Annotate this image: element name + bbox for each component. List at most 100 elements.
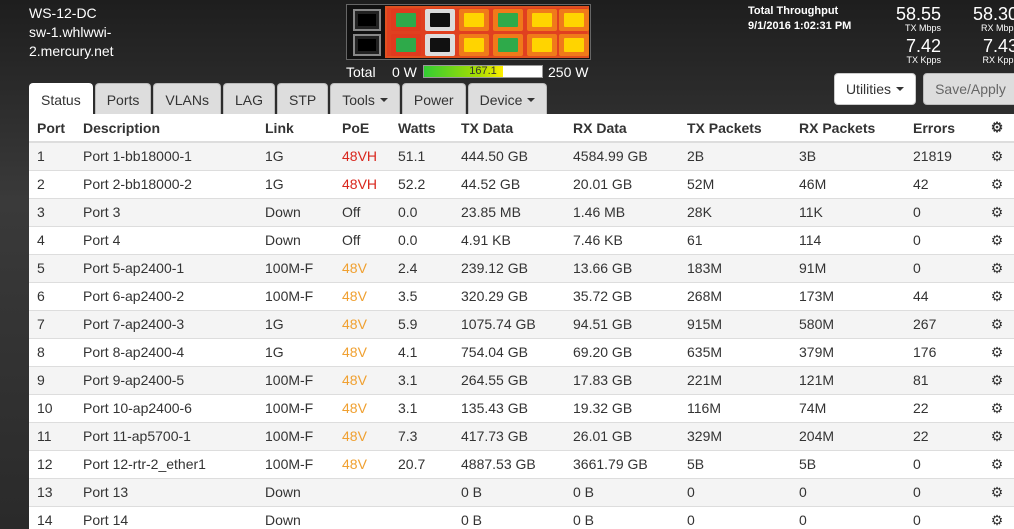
- tab-power[interactable]: Power: [401, 83, 466, 115]
- col-header-watts[interactable]: Watts: [390, 114, 453, 143]
- tab-ports[interactable]: Ports: [94, 83, 152, 115]
- table-row[interactable]: 14 Port 14 Down 0 B0 B 0 0 0 ⚙: [29, 505, 1014, 529]
- tab-device[interactable]: Device: [467, 83, 548, 115]
- cell-tx-data: 417.73 GB: [453, 421, 565, 450]
- cell-errors: 0: [905, 197, 980, 226]
- port-settings-gear-icon[interactable]: ⚙: [980, 197, 1014, 226]
- utilities-dropdown-button[interactable]: Utilities: [834, 73, 916, 105]
- tab-status[interactable]: Status: [29, 83, 93, 115]
- save-apply-button[interactable]: Save/Apply: [923, 73, 1014, 105]
- port-settings-gear-icon[interactable]: ⚙: [980, 421, 1014, 450]
- table-row[interactable]: 5 Port 5-ap2400-1 100M-F 48V 2.4 239.12 GB 13.…: [29, 253, 1014, 282]
- port-settings-gear-icon[interactable]: ⚙: [980, 505, 1014, 529]
- cell-watts: 7.3: [390, 421, 453, 450]
- table-row[interactable]: 4 Port 4 Down Off 0.0 4.91 KB 7.46 KB 61 114 0 ⚙: [29, 225, 1014, 254]
- table-settings-gear-icon[interactable]: ⚙: [980, 114, 1014, 143]
- tab-status-label: Status: [41, 91, 81, 108]
- cell-port: 9: [29, 365, 75, 394]
- tab-stp[interactable]: STP: [276, 83, 329, 115]
- table-row[interactable]: 1 Port 1-bb18000-1 1G 48VH 51.1 444.50 GB 4584…: [29, 141, 1014, 170]
- col-header-description[interactable]: Description: [75, 114, 257, 143]
- col-header-rx-data[interactable]: RX Data: [565, 114, 679, 143]
- port-settings-gear-icon[interactable]: ⚙: [980, 449, 1014, 478]
- col-header-tx-packets[interactable]: TX Packets: [679, 114, 791, 143]
- port-icon-1[interactable]: [391, 9, 421, 31]
- cell-description: Port 11-ap5700-1: [75, 421, 257, 450]
- cell-poe: 48V: [334, 449, 390, 478]
- port-settings-gear-icon[interactable]: ⚙: [980, 141, 1014, 170]
- cell-rx-data: 26.01 GB: [565, 421, 679, 450]
- tx-kpps-unit: TX Kpps: [906, 55, 941, 65]
- port-icon-12[interactable]: [559, 34, 589, 56]
- throughput-title: Total Throughput: [748, 5, 839, 17]
- cell-rx-packets: 173M: [791, 281, 905, 310]
- table-row[interactable]: 3 Port 3 Down Off 0.0 23.85 MB 1.46 MB 28K 11K 0 ⚙: [29, 197, 1014, 226]
- col-header-tx-data[interactable]: TX Data: [453, 114, 565, 143]
- cell-rx-data: 17.83 GB: [565, 365, 679, 394]
- cell-errors: 0: [905, 505, 980, 529]
- cell-rx-data: 7.46 KB: [565, 225, 679, 254]
- table-row[interactable]: 7 Port 7-ap2400-3 1G 48V 5.9 1075.74 GB 94.51 …: [29, 309, 1014, 338]
- cell-rx-packets: 114: [791, 225, 905, 254]
- port-settings-gear-icon[interactable]: ⚙: [980, 225, 1014, 254]
- table-row[interactable]: 2 Port 2-bb18000-2 1G 48VH 52.2 44.52 GB 20.01…: [29, 169, 1014, 198]
- col-header-port[interactable]: Port: [29, 114, 75, 143]
- table-row[interactable]: 12 Port 12-rtr-2_ether1 100M-F 48V 20.7 4887.…: [29, 449, 1014, 478]
- tab-lag[interactable]: LAG: [222, 83, 275, 115]
- device-info: WS-12-DC sw-1.whlwwi- 2.mercury.net: [29, 4, 114, 61]
- table-row[interactable]: 6 Port 6-ap2400-2 100M-F 48V 3.5 320.29 GB 35.…: [29, 281, 1014, 310]
- cell-link: 100M-F: [257, 449, 334, 478]
- cell-errors: 42: [905, 169, 980, 198]
- cell-description: Port 7-ap2400-3: [75, 309, 257, 338]
- cell-rx-packets: 74M: [791, 393, 905, 422]
- power-min-label: 0 W: [392, 64, 417, 80]
- sfp-port-2[interactable]: [353, 34, 381, 56]
- port-icon-7[interactable]: [493, 9, 523, 31]
- cell-rx-packets: 5B: [791, 449, 905, 478]
- cell-link: 1G: [257, 309, 334, 338]
- port-settings-gear-icon[interactable]: ⚙: [980, 337, 1014, 366]
- port-icon-8[interactable]: [493, 34, 523, 56]
- port-settings-gear-icon[interactable]: ⚙: [980, 393, 1014, 422]
- cell-watts: 4.1: [390, 337, 453, 366]
- port-settings-gear-icon[interactable]: ⚙: [980, 309, 1014, 338]
- port-settings-gear-icon[interactable]: ⚙: [980, 365, 1014, 394]
- cell-description: Port 5-ap2400-1: [75, 253, 257, 282]
- cell-description: Port 1-bb18000-1: [75, 141, 257, 170]
- col-header-rx-packets[interactable]: RX Packets: [791, 114, 905, 143]
- col-header-errors[interactable]: Errors: [905, 114, 980, 143]
- port-settings-gear-icon[interactable]: ⚙: [980, 253, 1014, 282]
- cell-watts: 20.7: [390, 449, 453, 478]
- port-settings-gear-icon[interactable]: ⚙: [980, 281, 1014, 310]
- port-icon-2[interactable]: [391, 34, 421, 56]
- port-settings-gear-icon[interactable]: ⚙: [980, 477, 1014, 506]
- port-settings-gear-icon[interactable]: ⚙: [980, 169, 1014, 198]
- table-row[interactable]: 10 Port 10-ap2400-6 100M-F 48V 3.1 135.43 GB 1…: [29, 393, 1014, 422]
- port-icon-3[interactable]: [425, 9, 455, 31]
- sfp-port-1[interactable]: [353, 9, 381, 31]
- col-header-link[interactable]: Link: [257, 114, 334, 143]
- cell-port: 11: [29, 421, 75, 450]
- port-icon-4[interactable]: [425, 34, 455, 56]
- table-row[interactable]: 9 Port 9-ap2400-5 100M-F 48V 3.1 264.55 GB 17.…: [29, 365, 1014, 394]
- port-icon-5[interactable]: [459, 9, 489, 31]
- col-header-poe[interactable]: PoE: [334, 114, 390, 143]
- table-row[interactable]: 8 Port 8-ap2400-4 1G 48V 4.1 754.04 GB 69.20 G…: [29, 337, 1014, 366]
- tab-vlans[interactable]: VLANs: [153, 83, 221, 115]
- tx-kpps-stat: 7.42 TX Kpps: [906, 37, 941, 65]
- cell-errors: 0: [905, 449, 980, 478]
- tab-tools[interactable]: Tools: [330, 83, 400, 115]
- tab-stp-label: STP: [288, 91, 317, 108]
- port-icon-9[interactable]: [527, 9, 557, 31]
- caret-down-icon: [379, 97, 388, 102]
- table-row[interactable]: 13 Port 13 Down 0 B0 B 0 0 0 ⚙: [29, 477, 1014, 506]
- cell-port: 2: [29, 169, 75, 198]
- port-icon-10[interactable]: [527, 34, 557, 56]
- cell-rx-data: 69.20 GB: [565, 337, 679, 366]
- port-icon-6[interactable]: [459, 34, 489, 56]
- rx-mbps-value: 58.30: [972, 4, 1014, 24]
- cell-link: 100M-F: [257, 365, 334, 394]
- table-row[interactable]: 11 Port 11-ap5700-1 100M-F 48V 7.3 417.73 GB 2…: [29, 421, 1014, 450]
- port-icon-11[interactable]: [559, 9, 589, 31]
- utilities-label: Utilities: [845, 81, 892, 97]
